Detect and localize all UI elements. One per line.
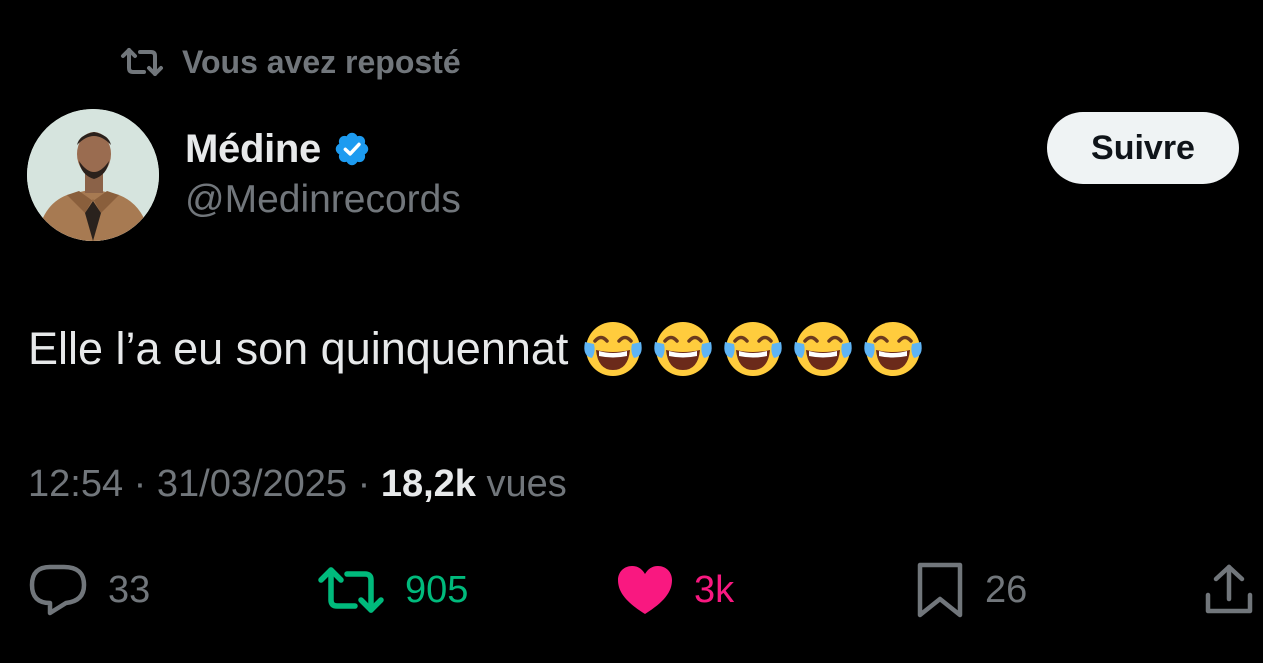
post-detail: Vous avez reposté Médine @Medinrecords S… [0,0,1263,663]
repost-icon [317,566,385,614]
repost-icon [120,47,164,77]
bookmark-count: 26 [985,568,1028,611]
post-date[interactable]: 31/03/2025 [157,463,347,505]
post-time[interactable]: 12:54 [28,463,123,505]
share-icon [1204,563,1254,617]
repost-banner[interactable]: Vous avez reposté [120,40,461,84]
face-with-tears-of-joy-icon [582,318,644,380]
face-with-tears-of-joy-icon [652,318,714,380]
tweet-text: Elle l’a eu son quinquennat [28,318,924,380]
reply-count: 33 [108,568,151,611]
repost-button[interactable]: 905 [317,560,468,620]
author-name[interactable]: Médine [185,127,321,172]
verified-badge-icon[interactable] [333,130,371,168]
like-count: 3k [694,568,735,611]
author-handle[interactable]: @Medinrecords [185,178,461,222]
views-label: vues [486,463,567,505]
author-name-row: Médine [185,124,371,174]
emoji-row [582,318,924,380]
bookmark-button[interactable]: 26 [915,560,1027,620]
repost-banner-text: Vous avez reposté [182,43,461,80]
avatar[interactable] [27,109,159,241]
reply-icon [28,563,88,617]
heart-icon [616,564,674,616]
views-count[interactable]: 18,2k [381,463,476,505]
share-button[interactable] [1204,560,1254,620]
meta-separator: · [357,463,371,505]
face-with-tears-of-joy-icon [862,318,924,380]
post-meta: 12:54 · 31/03/2025 · 18,2k vues [28,463,567,506]
repost-count: 905 [405,568,469,611]
follow-button[interactable]: Suivre [1047,112,1239,184]
tweet-text-content: Elle l’a eu son quinquennat [28,323,569,374]
meta-separator: · [133,463,147,505]
bookmark-icon [915,561,965,619]
face-with-tears-of-joy-icon [792,318,854,380]
like-button[interactable]: 3k [616,560,734,620]
reply-button[interactable]: 33 [28,560,150,620]
face-with-tears-of-joy-icon [722,318,784,380]
